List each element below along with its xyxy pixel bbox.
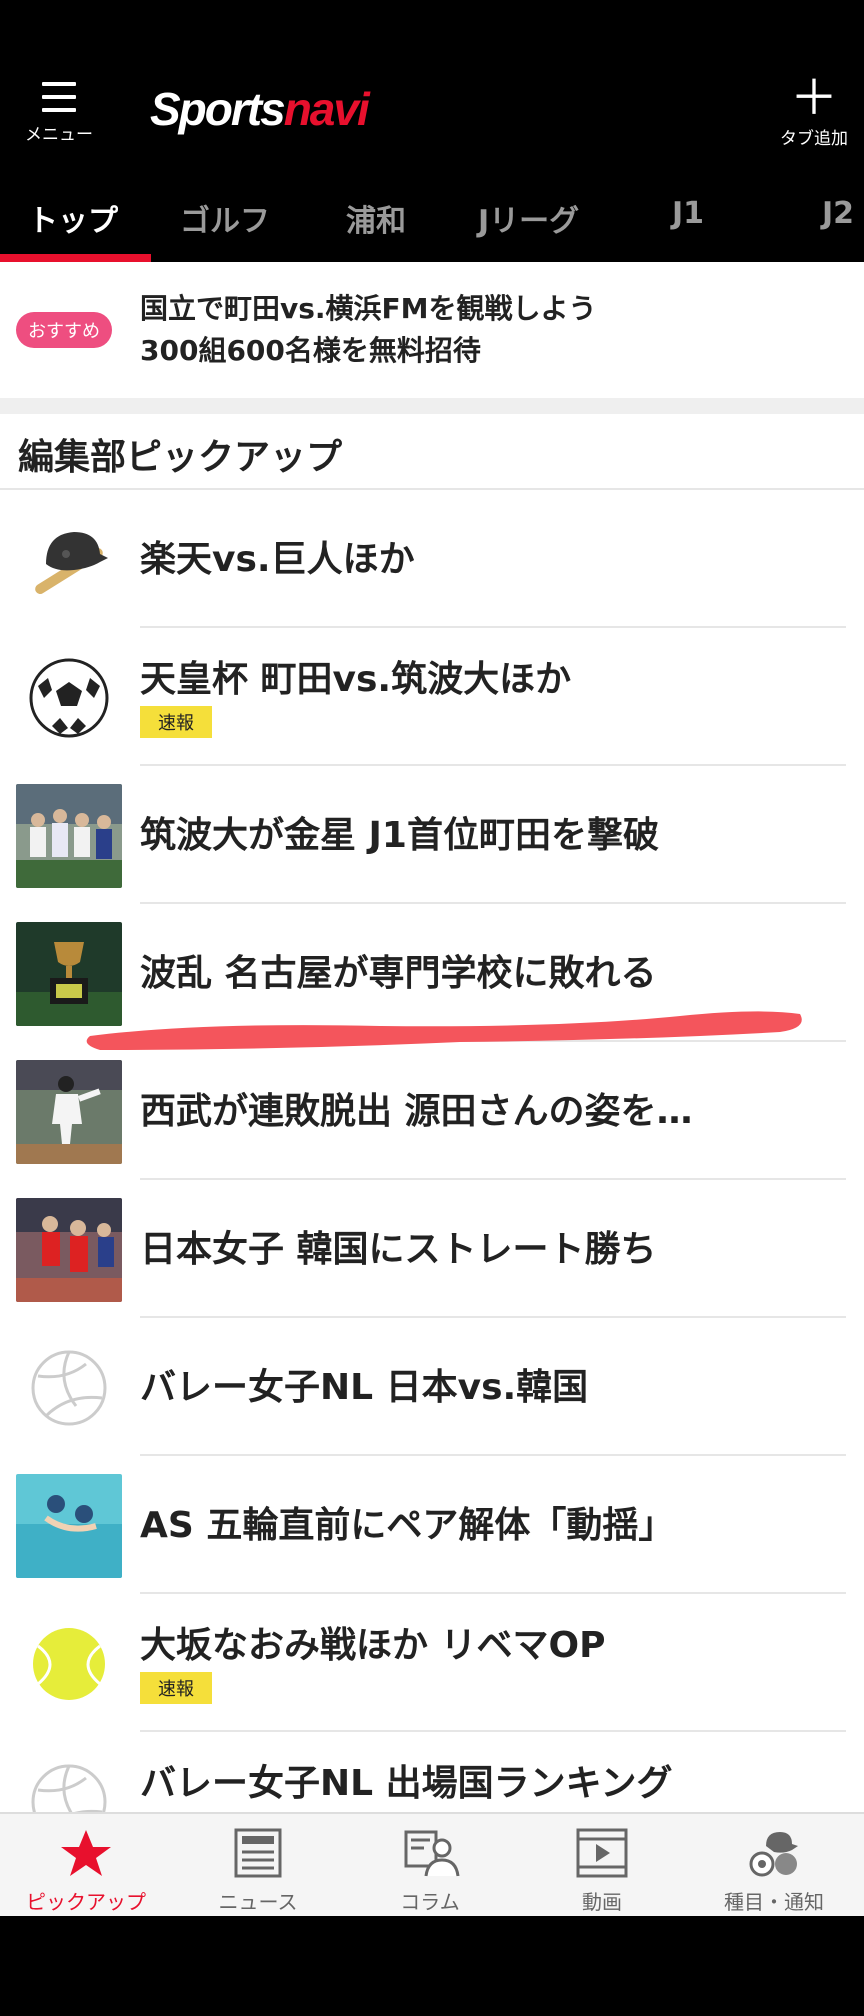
nav-label: ニュース [218, 1890, 298, 1914]
soccer-ball-icon [29, 658, 109, 738]
tab-urawa[interactable]: 浦和 [346, 196, 406, 240]
film-icon [576, 1828, 628, 1878]
item-title: AS 五輪直前にペア解体「動揺」 [140, 1505, 675, 1546]
item-title: 日本女子 韓国にストレート勝ち [140, 1229, 657, 1270]
nav-label: 種目・通知 [724, 1890, 824, 1914]
sports-balls-icon [749, 1832, 798, 1877]
nav-label: コラム [400, 1890, 460, 1914]
recommend-badge: おすすめ [16, 312, 112, 348]
tennis-ball-icon [33, 1628, 105, 1700]
list-item[interactable]: 西武が連敗脱出 源田さんの姿を… [0, 1042, 864, 1180]
list-item[interactable]: 天皇杯 町田vs.筑波大ほか 速報 [0, 628, 864, 766]
menu-label: メニュー [25, 125, 93, 145]
volleyball-player-photo [16, 1198, 122, 1302]
hamburger-icon [42, 82, 76, 112]
nav-label: 動画 [582, 1890, 622, 1914]
volleyball-icon [31, 1350, 107, 1426]
list-item[interactable]: バレー女子NL 日本vs.韓国 [0, 1318, 864, 1456]
pickup-list: 編集部ピックアップ 楽天vs.巨人ほか 天皇杯 町田vs.筑波大ほか 速報 筑波… [0, 414, 864, 1812]
nav-news[interactable]: ニュース [172, 1814, 344, 1918]
soccer-team-photo [16, 784, 122, 888]
tab-j2[interactable]: J2 [822, 196, 854, 231]
list-item[interactable]: 日本女子 韓国にストレート勝ち [0, 1180, 864, 1318]
list-item[interactable]: AS 五輪直前にペア解体「動揺」 [0, 1456, 864, 1594]
promo-line-1: 国立で町田vs.横浜FMを観戦しよう [140, 292, 597, 325]
bottom-navigation: ピックアップ ニュース コラム 動画 種目・通知 [0, 1812, 864, 1916]
promo-banner[interactable]: おすすめ 国立で町田vs.横浜FMを観戦しよう 300組600名様を無料招待 [0, 262, 864, 398]
active-tab-indicator [0, 254, 151, 262]
category-tabs: トップ ゴルフ 浦和 Jリーグ J1 J2 [0, 180, 864, 262]
list-item[interactable]: バレー女子NL 出場国ランキング [0, 1732, 864, 1812]
tab-j1[interactable]: J1 [672, 196, 704, 231]
nav-sports-notifications[interactable]: 種目・通知 [688, 1814, 860, 1918]
promo-line-2: 300組600名様を無料招待 [140, 334, 481, 367]
column-person-icon [404, 1830, 460, 1877]
item-title: 西武が連敗脱出 源田さんの姿を… [140, 1091, 693, 1132]
section-title: 編集部ピックアップ [18, 437, 343, 478]
tab-j-league[interactable]: Jリーグ [478, 196, 579, 240]
baseball-pitcher-photo [16, 1060, 122, 1164]
list-item[interactable]: 大坂なおみ戦ほか リベマOP 速報 [0, 1594, 864, 1732]
baseball-helmet-bat-icon [35, 532, 108, 595]
sportsnavi-logo[interactable]: Sportsnavi [150, 82, 370, 136]
tab-add-button[interactable]: ＋ タブ追加 [774, 70, 854, 149]
tab-golf[interactable]: ゴルフ [180, 196, 270, 240]
item-title: 楽天vs.巨人ほか [140, 539, 415, 580]
nav-video[interactable]: 動画 [516, 1814, 688, 1918]
volleyball-icon [31, 1764, 107, 1812]
list-item[interactable]: 楽天vs.巨人ほか [0, 490, 864, 628]
app-header: メニュー Sportsnavi ＋ タブ追加 [0, 0, 864, 176]
newspaper-icon [234, 1828, 282, 1878]
item-title: バレー女子NL 日本vs.韓国 [140, 1367, 589, 1408]
menu-button[interactable]: メニュー [22, 80, 96, 150]
item-title: 波乱 名古屋が専門学校に敗れる [140, 953, 657, 994]
artistic-swimming-photo [16, 1474, 122, 1578]
star-icon [61, 1830, 111, 1876]
nav-pickup[interactable]: ピックアップ [0, 1814, 172, 1918]
breaking-badge: 速報 [140, 706, 212, 738]
system-nav-bar [0, 1916, 864, 2016]
tab-add-label: タブ追加 [780, 129, 848, 149]
item-title: 筑波大が金星 J1首位町田を撃破 [140, 815, 659, 856]
plus-icon: ＋ [789, 70, 838, 126]
item-title: 天皇杯 町田vs.筑波大ほか [140, 659, 572, 700]
annotation-underline [86, 1011, 802, 1050]
breaking-badge: 速報 [140, 1672, 212, 1704]
tab-top[interactable]: トップ [28, 196, 118, 240]
nav-label: ピックアップ [26, 1890, 146, 1914]
promo-text: 国立で町田vs.横浜FMを観戦しよう 300組600名様を無料招待 [140, 288, 597, 372]
item-title: 大坂なおみ戦ほか リベマOP [140, 1625, 606, 1666]
nav-column[interactable]: コラム [344, 1814, 516, 1918]
list-item[interactable]: 筑波大が金星 J1首位町田を撃破 [0, 766, 864, 904]
item-title: バレー女子NL 出場国ランキング [140, 1763, 673, 1804]
section-gap [0, 398, 864, 414]
